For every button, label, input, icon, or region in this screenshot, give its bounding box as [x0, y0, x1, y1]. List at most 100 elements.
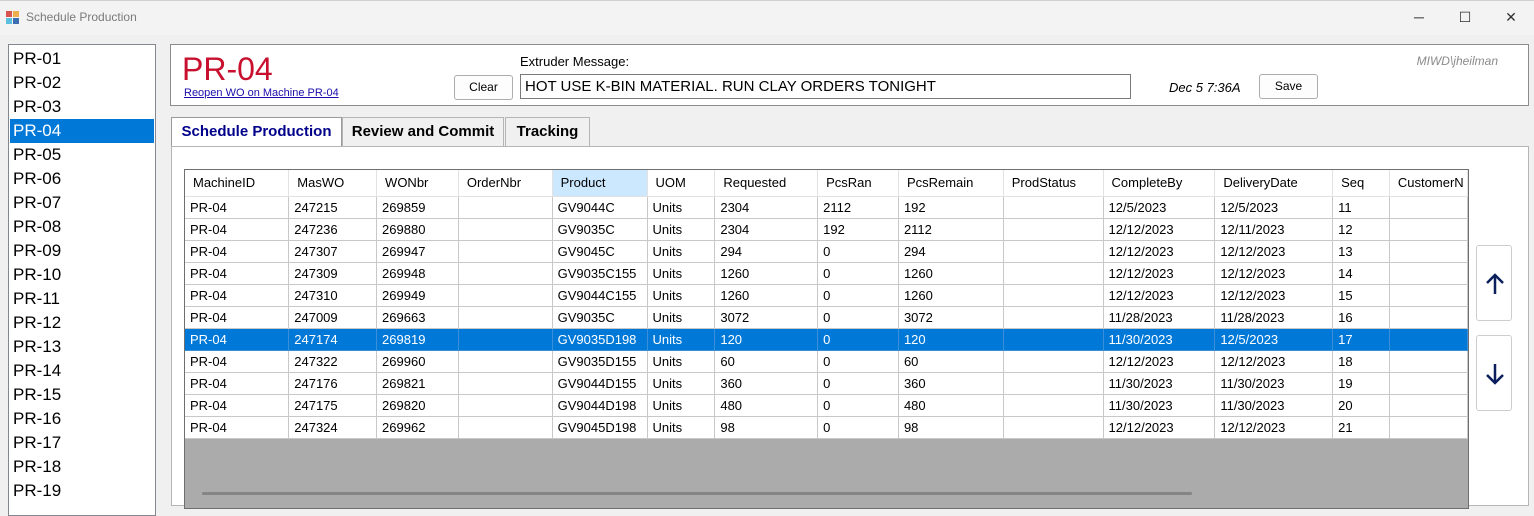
machine-list-item[interactable]: PR-11	[10, 287, 154, 311]
cell-uom[interactable]: Units	[647, 350, 716, 373]
cell-machineid[interactable]: PR-04	[185, 328, 290, 351]
column-header-machineid[interactable]: MachineID	[185, 170, 290, 197]
cell-product[interactable]: GV9035C	[552, 306, 648, 329]
cell-uom[interactable]: Units	[647, 262, 716, 285]
table-row[interactable]: PR-04 247176 269821 GV9044D155 Units 360 0 360 1…	[185, 372, 1468, 395]
cell-prodstatus[interactable]	[1003, 328, 1104, 351]
column-header-seq[interactable]: Seq	[1332, 170, 1390, 197]
move-up-button[interactable]	[1476, 245, 1512, 321]
cell-prodstatus[interactable]	[1003, 372, 1104, 395]
cell-seq[interactable]: 14	[1332, 262, 1390, 285]
cell-pcsran[interactable]: 0	[817, 328, 899, 351]
cell-ordernbr[interactable]	[458, 306, 553, 329]
table-row[interactable]: PR-04 247174 269819 GV9035D198 Units 120 0 120 1…	[185, 328, 1468, 351]
cell-requested[interactable]: 1260	[714, 262, 819, 285]
cell-pcsremain[interactable]: 294	[898, 240, 1004, 263]
cell-ordernbr[interactable]	[458, 262, 553, 285]
table-row[interactable]: PR-04 247175 269820 GV9044D198 Units 480 0 480 1…	[185, 394, 1468, 417]
cell-prodstatus[interactable]	[1003, 416, 1104, 439]
cell-wonbr[interactable]: 269663	[376, 306, 459, 329]
cell-ordernbr[interactable]	[458, 416, 553, 439]
cell-pcsremain[interactable]: 2112	[898, 218, 1004, 241]
cell-customern[interactable]	[1389, 284, 1468, 307]
cell-pcsremain[interactable]: 1260	[898, 262, 1004, 285]
column-header-wonbr[interactable]: WONbr	[376, 170, 459, 197]
cell-machineid[interactable]: PR-04	[185, 306, 290, 329]
cell-completeby[interactable]: 12/12/2023	[1103, 416, 1216, 439]
cell-maswo[interactable]: 247176	[288, 372, 378, 395]
cell-product[interactable]: GV9044C155	[552, 284, 648, 307]
cell-pcsran[interactable]: 192	[817, 218, 899, 241]
cell-product[interactable]: GV9044D198	[552, 394, 648, 417]
cell-maswo[interactable]: 247322	[288, 350, 378, 373]
cell-pcsran[interactable]: 0	[817, 350, 899, 373]
cell-requested[interactable]: 1260	[714, 284, 819, 307]
column-header-pcsran[interactable]: PcsRan	[817, 170, 899, 197]
cell-prodstatus[interactable]	[1003, 262, 1104, 285]
cell-machineid[interactable]: PR-04	[185, 350, 290, 373]
cell-completeby[interactable]: 11/30/2023	[1103, 394, 1216, 417]
cell-product[interactable]: GV9035D155	[552, 350, 648, 373]
cell-deliverydate[interactable]: 11/28/2023	[1214, 306, 1334, 329]
cell-pcsran[interactable]: 0	[817, 240, 899, 263]
cell-maswo[interactable]: 247309	[288, 262, 378, 285]
extruder-message-field[interactable]: HOT USE K-BIN MATERIAL. RUN CLAY ORDERS …	[520, 74, 1131, 99]
cell-product[interactable]: GV9044D155	[552, 372, 648, 395]
close-button[interactable]: ✕	[1488, 5, 1534, 29]
cell-deliverydate[interactable]: 12/12/2023	[1214, 240, 1334, 263]
machine-list-item[interactable]: PR-02	[10, 71, 154, 95]
cell-deliverydate[interactable]: 12/11/2023	[1214, 218, 1334, 241]
cell-prodstatus[interactable]	[1003, 196, 1104, 219]
cell-wonbr[interactable]: 269820	[376, 394, 459, 417]
cell-uom[interactable]: Units	[647, 196, 716, 219]
cell-completeby[interactable]: 11/30/2023	[1103, 372, 1216, 395]
cell-machineid[interactable]: PR-04	[185, 218, 290, 241]
cell-completeby[interactable]: 11/30/2023	[1103, 328, 1216, 351]
cell-uom[interactable]: Units	[647, 394, 716, 417]
cell-pcsran[interactable]: 0	[817, 416, 899, 439]
cell-pcsran[interactable]: 0	[817, 306, 899, 329]
cell-machineid[interactable]: PR-04	[185, 240, 290, 263]
cell-pcsremain[interactable]: 98	[898, 416, 1004, 439]
cell-maswo[interactable]: 247174	[288, 328, 378, 351]
cell-product[interactable]: GV9035D198	[552, 328, 648, 351]
cell-requested[interactable]: 480	[714, 394, 819, 417]
column-header-ordernbr[interactable]: OrderNbr	[458, 170, 553, 197]
cell-machineid[interactable]: PR-04	[185, 394, 290, 417]
table-row[interactable]: PR-04 247307 269947 GV9045C Units 294 0 294 12/1…	[185, 240, 1468, 263]
cell-maswo[interactable]: 247215	[288, 196, 378, 219]
cell-completeby[interactable]: 12/5/2023	[1103, 196, 1216, 219]
cell-product[interactable]: GV9045D198	[552, 416, 648, 439]
cell-ordernbr[interactable]	[458, 284, 553, 307]
column-header-completeby[interactable]: CompleteBy	[1103, 170, 1216, 197]
cell-seq[interactable]: 20	[1332, 394, 1390, 417]
cell-pcsran[interactable]: 0	[817, 372, 899, 395]
column-header-pcsremain[interactable]: PcsRemain	[898, 170, 1004, 197]
cell-ordernbr[interactable]	[458, 240, 553, 263]
cell-deliverydate[interactable]: 12/12/2023	[1214, 284, 1334, 307]
cell-deliverydate[interactable]: 12/5/2023	[1214, 196, 1334, 219]
cell-uom[interactable]: Units	[647, 218, 716, 241]
cell-seq[interactable]: 18	[1332, 350, 1390, 373]
machine-list-item[interactable]: PR-05	[10, 143, 154, 167]
cell-requested[interactable]: 3072	[714, 306, 819, 329]
cell-prodstatus[interactable]	[1003, 394, 1104, 417]
tab-tracking[interactable]: Tracking	[505, 117, 590, 147]
reopen-wo-link[interactable]: Reopen WO on Machine PR-04	[184, 87, 339, 99]
cell-prodstatus[interactable]	[1003, 284, 1104, 307]
cell-deliverydate[interactable]: 12/12/2023	[1214, 262, 1334, 285]
minimize-button[interactable]: ─	[1396, 5, 1442, 29]
cell-customern[interactable]	[1389, 372, 1468, 395]
maximize-button[interactable]: ☐	[1442, 5, 1488, 29]
cell-maswo[interactable]: 247307	[288, 240, 378, 263]
column-header-customern[interactable]: CustomerN	[1389, 170, 1468, 197]
machine-list-item[interactable]: PR-08	[10, 215, 154, 239]
cell-requested[interactable]: 120	[714, 328, 819, 351]
cell-requested[interactable]: 2304	[714, 218, 819, 241]
table-row[interactable]: PR-04 247309 269948 GV9035C155 Units 1260 0 126…	[185, 262, 1468, 285]
cell-completeby[interactable]: 12/12/2023	[1103, 240, 1216, 263]
cell-maswo[interactable]: 247310	[288, 284, 378, 307]
cell-uom[interactable]: Units	[647, 240, 716, 263]
cell-customern[interactable]	[1389, 394, 1468, 417]
cell-ordernbr[interactable]	[458, 350, 553, 373]
